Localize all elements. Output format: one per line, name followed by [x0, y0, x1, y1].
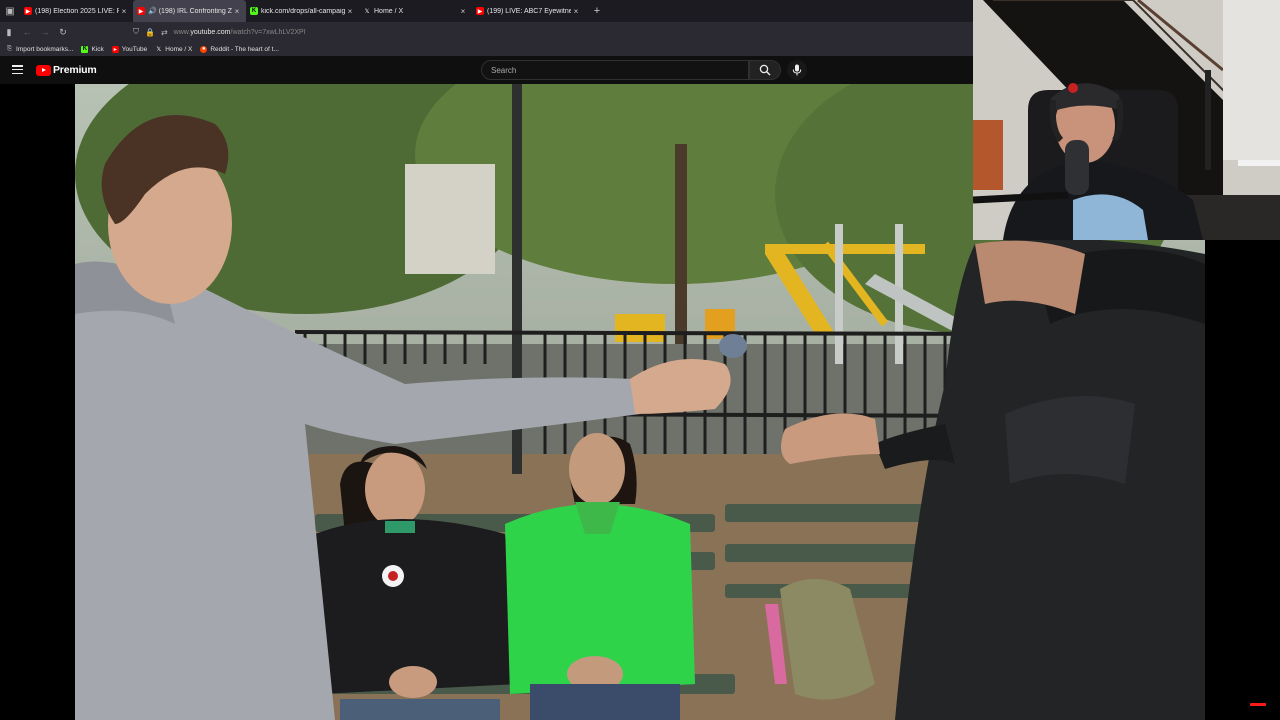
webcam-feed	[973, 0, 1280, 240]
wall	[1223, 0, 1280, 160]
newel-post	[1205, 70, 1211, 170]
logo-text: Premium	[53, 64, 97, 76]
bookmark-label: Kick	[91, 45, 104, 53]
kick-icon: K	[81, 45, 89, 53]
youtube-premium-logo[interactable]: Premium	[36, 64, 97, 76]
url-host: youtube.com	[190, 28, 231, 36]
x-icon: 𝕏	[156, 46, 162, 53]
bookmark-import[interactable]: ⎘ Import bookmarks...	[6, 46, 73, 53]
close-tab-icon[interactable]: ×	[571, 7, 581, 16]
close-tab-icon[interactable]: ×	[345, 7, 355, 16]
cap-logo	[1068, 83, 1078, 93]
microphone-icon	[792, 64, 802, 76]
window-menu-icon[interactable]: ▣	[0, 0, 20, 22]
youtube-header: Premium Search	[0, 56, 973, 84]
reddit-icon: ●	[200, 45, 208, 53]
close-tab-icon[interactable]: ×	[232, 7, 242, 16]
shield-icon[interactable]: ⛉	[133, 27, 139, 37]
tab-kick-drops[interactable]: K kick.com/drops/all-campaigns ×	[246, 0, 359, 22]
orange-object	[973, 120, 1003, 190]
bookmark-kick[interactable]: K Kick	[81, 45, 104, 53]
youtube-logo-icon	[36, 64, 51, 76]
close-tab-icon[interactable]: ×	[458, 7, 468, 16]
bookmark-label: Import bookmarks...	[16, 45, 74, 53]
navigation-bar: ▮ ← → ↻ ⛉ 🔒 ⇄ www. youtube.com/watch?v=7x…	[0, 22, 973, 42]
new-tab-button[interactable]: +	[589, 5, 605, 17]
tab-label: (198) Election 2025 LIVE: Result	[35, 7, 119, 15]
video-progress-indicator	[1250, 703, 1266, 706]
bookmark-label: Home / X	[165, 45, 193, 53]
bookmark-reddit[interactable]: ● Reddit - The heart of t...	[200, 45, 279, 53]
youtube-icon: ▸	[111, 45, 119, 53]
tree-trunk	[675, 144, 687, 344]
tab-abc7[interactable]: ▶ (199) LIVE: ABC7 Eyewitness Ne ×	[472, 0, 585, 22]
address-bar[interactable]: ⛉ 🔒 ⇄ www. youtube.com/watch?v=7xwLhLV2XP…	[133, 25, 593, 39]
kick-icon: K	[250, 7, 258, 15]
voice-search-button[interactable]	[787, 60, 807, 80]
tab-home-x[interactable]: 𝕏 Home / X ×	[359, 0, 472, 22]
search-button[interactable]	[749, 60, 781, 80]
lock-icon[interactable]: 🔒	[145, 28, 155, 37]
tab-irl-confronting[interactable]: ▶ 🔊 (198) IRL Confronting Zohr ×	[133, 0, 246, 22]
bookmark-home-x[interactable]: 𝕏 Home / X	[155, 46, 192, 53]
tab-label: (199) LIVE: ABC7 Eyewitness Ne	[487, 7, 571, 15]
mic-arm	[973, 191, 1069, 204]
import-icon: ⎘	[7, 45, 12, 52]
microphone	[719, 334, 747, 358]
x-icon: 𝕏	[364, 8, 370, 15]
youtube-icon: ▶	[24, 7, 32, 15]
bookmarks-toolbar: ⎘ Import bookmarks... K Kick ▸ YouTube 𝕏…	[0, 42, 973, 56]
tab-label: kick.com/drops/all-campaigns	[261, 7, 345, 15]
tab-label: (198) IRL Confronting Zohr	[158, 7, 232, 15]
url-scheme: www.	[173, 28, 191, 36]
bookmark-youtube[interactable]: ▸ YouTube	[111, 45, 148, 53]
studio-microphone	[1065, 140, 1089, 195]
building	[405, 164, 495, 274]
search-icon	[759, 64, 771, 76]
youtube-icon: ▶	[137, 7, 145, 15]
bookmark-label: YouTube	[121, 45, 148, 53]
tab-label: Home / X	[374, 7, 404, 15]
sidebar-toggle-icon[interactable]: ▮	[0, 27, 18, 38]
search-input[interactable]: Search	[481, 60, 749, 80]
close-tab-icon[interactable]: ×	[119, 7, 129, 16]
forward-arrow-icon[interactable]: →	[36, 27, 54, 37]
reload-icon[interactable]: ↻	[54, 27, 72, 38]
url-path: /watch?v=7xwLhLV2XPI	[230, 28, 306, 36]
menu-icon[interactable]	[12, 65, 23, 75]
baseboard	[1238, 160, 1280, 166]
bookmark-label: Reddit - The heart of t...	[210, 45, 279, 53]
youtube-icon: ▶	[476, 7, 484, 15]
speaker-icon[interactable]: 🔊	[148, 7, 157, 15]
permissions-icon[interactable]: ⇄	[161, 28, 168, 37]
tab-election[interactable]: ▶ (198) Election 2025 LIVE: Result ×	[20, 0, 133, 22]
tab-bar: ▣ ▶ (198) Election 2025 LIVE: Result × ▶…	[0, 0, 973, 22]
back-arrow-icon[interactable]: ←	[18, 27, 36, 37]
streamer-webcam-overlay	[973, 0, 1280, 240]
